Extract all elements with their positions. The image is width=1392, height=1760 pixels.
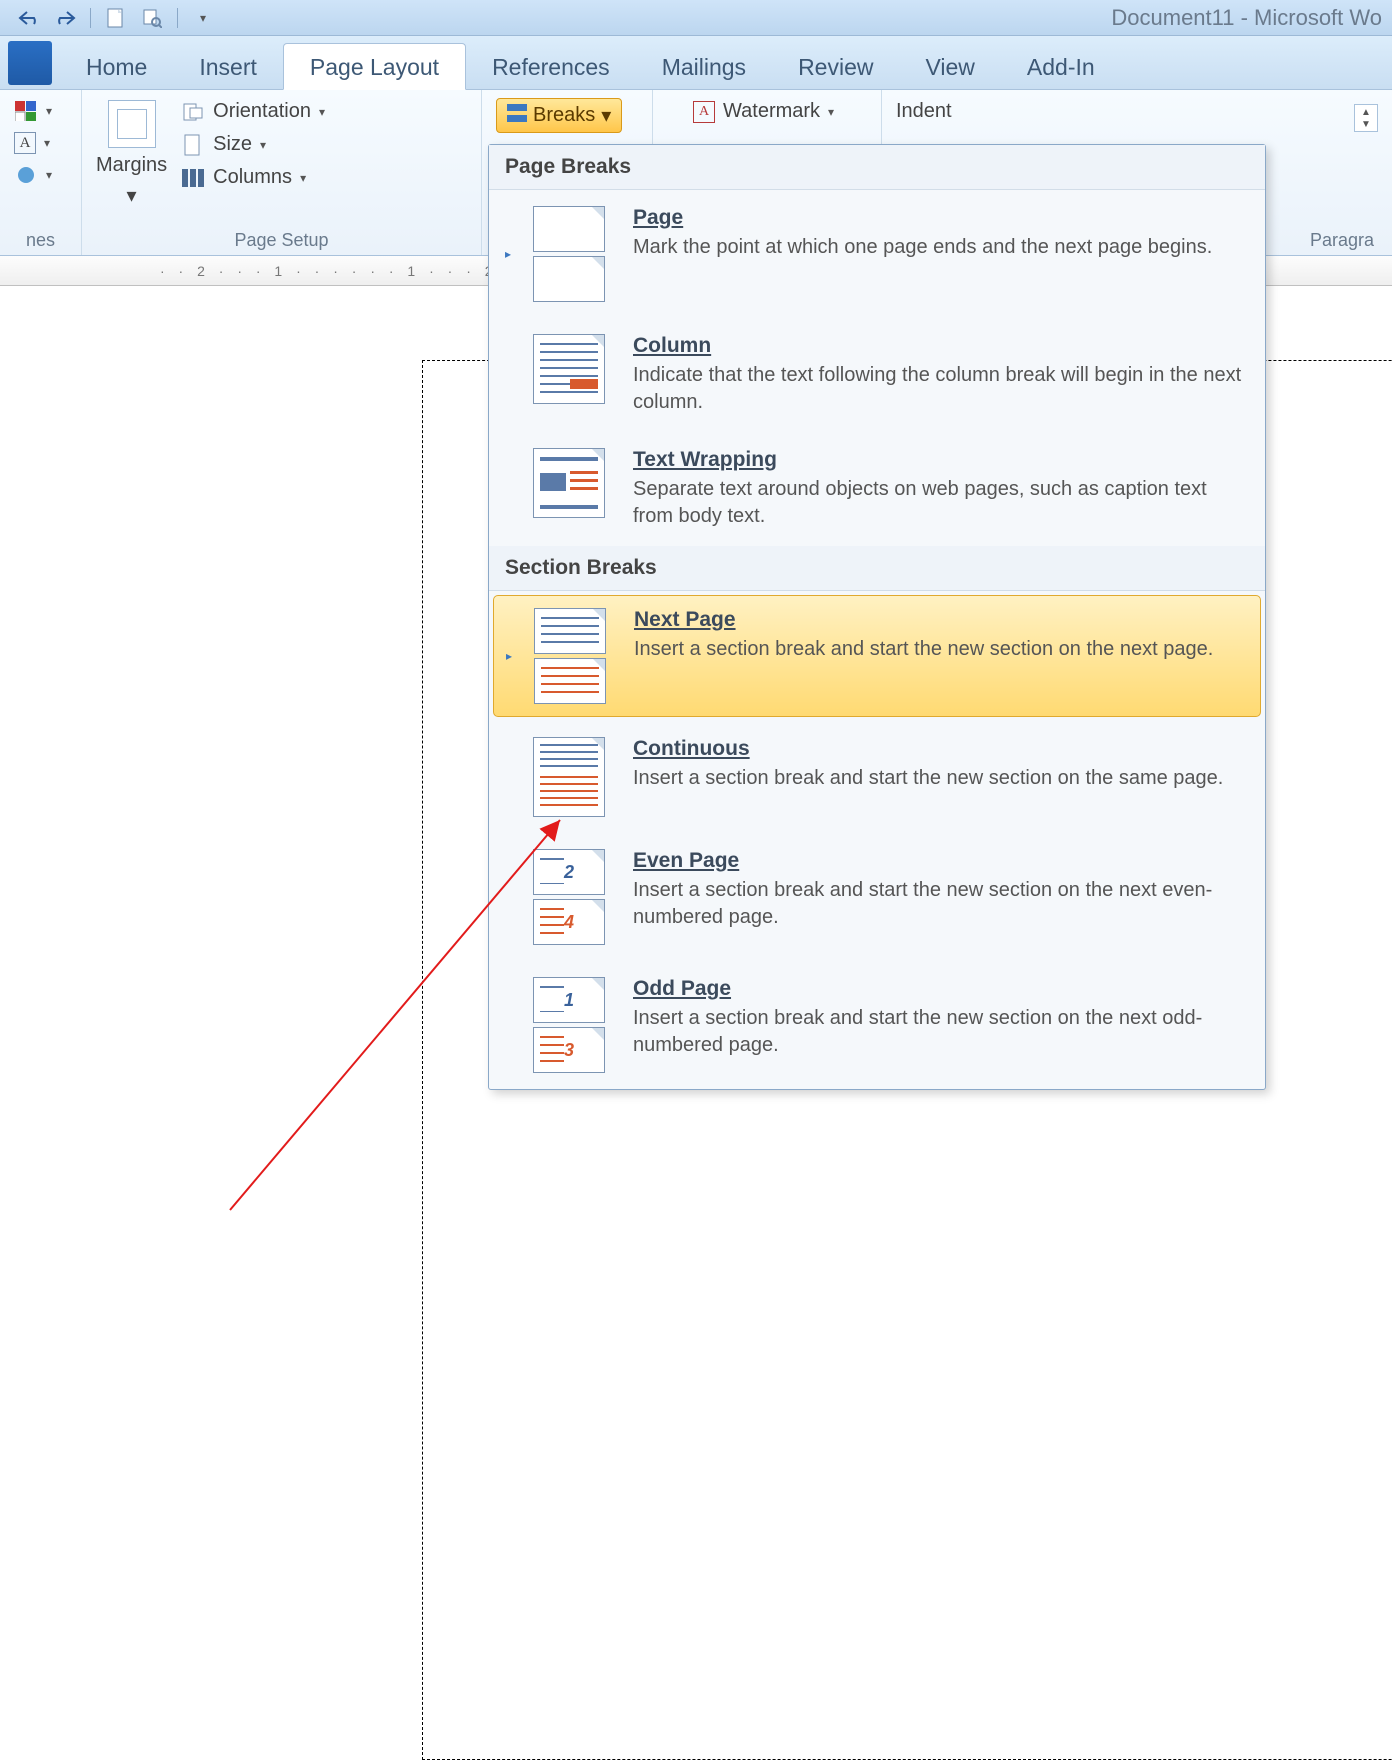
- breaks-icon: [507, 104, 527, 128]
- group-themes-label: nes: [14, 226, 67, 251]
- themes-effects-button[interactable]: ▾: [14, 164, 52, 186]
- qat-customize-icon[interactable]: ▾: [192, 7, 214, 29]
- orientation-button[interactable]: Orientation ▾: [181, 100, 325, 123]
- quick-access-toolbar: ▾: [0, 7, 214, 29]
- menu-item-odd-page[interactable]: 1 3 Odd Page Insert a section break and …: [489, 961, 1265, 1089]
- tab-review[interactable]: Review: [772, 44, 899, 89]
- margins-icon: [108, 100, 156, 148]
- menu-item-page[interactable]: ▸ Page Mark the point at which one page …: [489, 190, 1265, 318]
- theme-fonts-icon: A: [14, 132, 36, 154]
- breaks-dropdown-menu: Page Breaks ▸ Page Mark the point at whi…: [488, 144, 1266, 1090]
- redo-icon[interactable]: [54, 7, 76, 29]
- group-page-setup: Margins ▾ Orientation ▾ Size ▾ Columns ▾…: [82, 90, 482, 255]
- group-themes: ▾ A▾ ▾ nes: [0, 90, 82, 255]
- menu-title: Next Page: [634, 608, 1244, 632]
- page-breaks-header: Page Breaks: [489, 145, 1265, 190]
- column-break-icon: [533, 334, 613, 404]
- tab-mailings[interactable]: Mailings: [636, 44, 772, 89]
- breaks-button[interactable]: Breaks ▾: [496, 98, 622, 133]
- even-page-icon: 2 4: [533, 849, 613, 945]
- section-breaks-header: Section Breaks: [489, 546, 1265, 591]
- page-break-icon: [533, 206, 613, 302]
- qat-separator: [90, 8, 91, 28]
- chevron-down-icon: ▾: [601, 103, 611, 128]
- theme-colors-icon: [14, 100, 38, 122]
- size-button[interactable]: Size ▾: [181, 133, 325, 156]
- tab-page-layout[interactable]: Page Layout: [283, 43, 466, 90]
- tab-addins[interactable]: Add-In: [1001, 44, 1121, 89]
- continuous-icon: [533, 737, 613, 817]
- breaks-label: Breaks: [533, 104, 595, 127]
- menu-item-column[interactable]: Column Indicate that the text following …: [489, 318, 1265, 432]
- themes-colors-button[interactable]: ▾: [14, 100, 52, 122]
- indicator-icon: ▸: [504, 649, 514, 663]
- undo-icon[interactable]: [18, 7, 40, 29]
- tab-view[interactable]: View: [899, 44, 1000, 89]
- chevron-down-icon: ▾: [127, 183, 137, 208]
- menu-desc: Insert a section break and start the new…: [633, 877, 1245, 931]
- watermark-icon: A: [693, 101, 715, 123]
- menu-title: Even Page: [633, 849, 1245, 873]
- orientation-icon: [181, 101, 205, 123]
- themes-fonts-button[interactable]: A▾: [14, 132, 52, 154]
- menu-title: Column: [633, 334, 1245, 358]
- watermark-button[interactable]: AWatermark ▾: [693, 100, 834, 123]
- menu-desc: Indicate that the text following the col…: [633, 362, 1245, 416]
- menu-title: Continuous: [633, 737, 1245, 761]
- menu-desc: Insert a section break and start the new…: [633, 1005, 1245, 1059]
- menu-item-text-wrapping[interactable]: Text Wrapping Separate text around objec…: [489, 432, 1265, 546]
- margins-button[interactable]: Margins ▾: [96, 100, 167, 208]
- menu-item-next-page[interactable]: ▸ Next Page Insert a section break and s…: [493, 595, 1261, 717]
- text-wrapping-icon: [533, 448, 613, 518]
- menu-desc: Mark the point at which one page ends an…: [633, 234, 1245, 261]
- menu-desc: Separate text around objects on web page…: [633, 476, 1245, 530]
- indicator-icon: ▸: [503, 247, 513, 261]
- chevron-up-icon[interactable]: ▲: [1357, 107, 1375, 117]
- menu-item-continuous[interactable]: Continuous Insert a section break and st…: [489, 721, 1265, 833]
- theme-effects-icon: [14, 164, 38, 186]
- file-tab[interactable]: [8, 41, 52, 85]
- ribbon-tabs: Home Insert Page Layout References Maili…: [0, 36, 1392, 90]
- menu-desc: Insert a section break and start the new…: [633, 765, 1245, 792]
- tab-home[interactable]: Home: [60, 44, 173, 89]
- next-page-icon: [534, 608, 614, 704]
- menu-desc: Insert a section break and start the new…: [634, 636, 1244, 663]
- title-bar: ▾ Document11 - Microsoft Wo: [0, 0, 1392, 36]
- print-preview-icon[interactable]: [141, 7, 163, 29]
- tab-insert[interactable]: Insert: [173, 44, 283, 89]
- indent-label: Indent: [896, 100, 952, 123]
- document-title: Document11 - Microsoft Wo: [1111, 5, 1392, 31]
- menu-title: Text Wrapping: [633, 448, 1245, 472]
- qat-separator-2: [177, 8, 178, 28]
- odd-page-icon: 1 3: [533, 977, 613, 1073]
- columns-button[interactable]: Columns ▾: [181, 166, 325, 189]
- menu-item-even-page[interactable]: 2 4 Even Page Insert a section break and…: [489, 833, 1265, 961]
- menu-title: Page: [633, 206, 1245, 230]
- margins-label: Margins: [96, 154, 167, 177]
- size-icon: [181, 134, 205, 156]
- new-document-icon[interactable]: [105, 7, 127, 29]
- columns-icon: [181, 167, 205, 189]
- menu-title: Odd Page: [633, 977, 1245, 1001]
- indent-spinner[interactable]: ▲ ▼: [1354, 104, 1378, 132]
- chevron-down-icon[interactable]: ▼: [1357, 119, 1375, 129]
- tab-references[interactable]: References: [466, 44, 636, 89]
- group-page-setup-label: Page Setup: [96, 226, 467, 251]
